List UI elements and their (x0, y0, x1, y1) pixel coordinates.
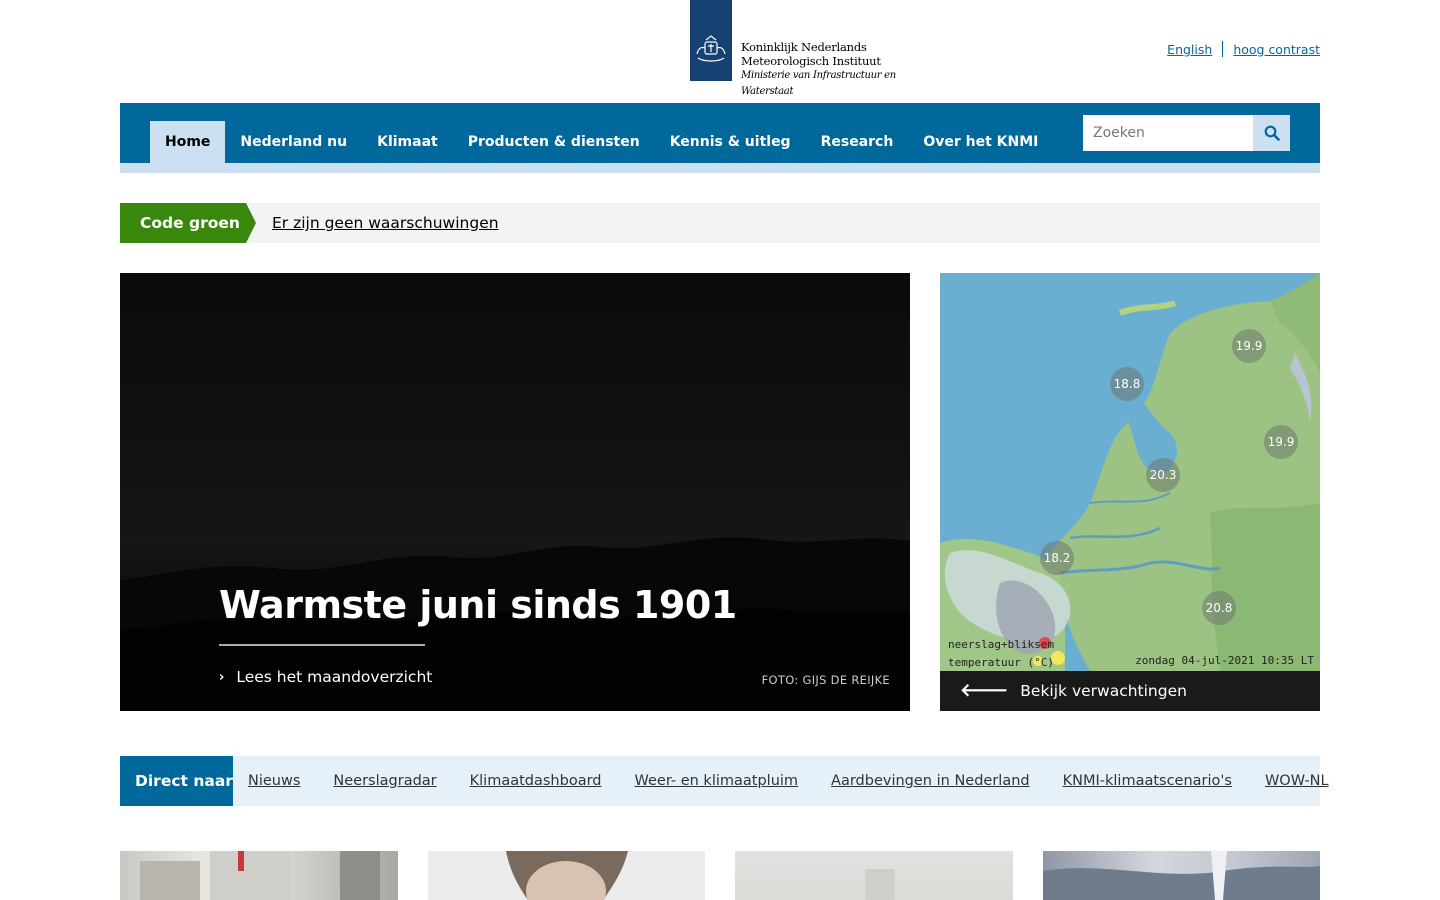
hero-link-text: Lees het maandoverzicht (236, 668, 433, 686)
english-link[interactable]: English (1167, 42, 1212, 57)
quick-link-nieuws[interactable]: Nieuws (248, 773, 300, 789)
temperature-marker: 20.8 (1202, 591, 1236, 625)
building-photo (140, 851, 380, 900)
map-timestamp: zondag 04-jul-2021 10:35 LT (1135, 654, 1314, 667)
news-card-image[interactable] (428, 851, 705, 900)
view-forecast-text: Bekijk verwachtingen (1020, 682, 1187, 700)
main-navigation: Home Nederland nu Klimaat Producten & di… (120, 103, 1320, 163)
quick-link-neerslagradar[interactable]: Neerslagradar (333, 773, 436, 789)
news-card-image[interactable] (120, 851, 398, 900)
legend-temperature: temperatuur (°C) (948, 656, 1054, 669)
search-form (1083, 115, 1290, 151)
nav-subbar (120, 163, 1320, 173)
nav-item-home[interactable]: Home (150, 121, 226, 163)
weather-map[interactable]: 19.9 18.8 19.9 20.3 18.2 20.8 neerslag+b… (940, 273, 1320, 711)
search-button[interactable] (1253, 115, 1290, 151)
logo-line-1: Koninklijk Nederlands (741, 40, 867, 54)
news-card-image[interactable] (1043, 851, 1320, 900)
knmi-logo[interactable]: Koninklijk Nederlands Meteorologisch Ins… (690, 0, 940, 97)
quick-link-klimaatdashboard[interactable]: Klimaatdashboard (470, 773, 602, 789)
nav-item-producten-diensten[interactable]: Producten & diensten (453, 121, 655, 163)
search-input[interactable] (1083, 115, 1253, 151)
foggy-photo (865, 869, 895, 900)
link-separator (1222, 41, 1224, 57)
nav-item-research[interactable]: Research (806, 121, 909, 163)
quick-link-wow-nl[interactable]: WOW-NL (1265, 773, 1329, 789)
temperature-marker: 19.9 (1264, 425, 1298, 459)
logo-line-2: Meteorologisch Instituut (741, 54, 881, 68)
news-card-image[interactable] (735, 851, 1013, 900)
legend-precipitation: neerslag+bliksem (948, 638, 1054, 651)
quick-link-klimaatscenarios[interactable]: KNMI-klimaatscenario's (1063, 773, 1232, 789)
chevron-right-icon: › (219, 669, 225, 685)
temperature-marker: 19.9 (1232, 329, 1266, 363)
logo-ministry: Ministerie van Infrastructuur en Waterst… (741, 70, 896, 97)
hero-divider (219, 644, 425, 646)
nav-item-kennis-uitleg[interactable]: Kennis & uitleg (655, 121, 806, 163)
temperature-marker: 20.3 (1146, 458, 1180, 492)
netherlands-map (940, 273, 1320, 671)
quick-links: Nieuws Neerslagradar Klimaatdashboard We… (248, 756, 1362, 806)
high-contrast-link[interactable]: hoog contrast (1233, 42, 1320, 57)
nav-item-klimaat[interactable]: Klimaat (362, 121, 453, 163)
view-forecast-link[interactable]: 🡐 Bekijk verwachtingen (940, 671, 1320, 711)
hero-title: Warmste juni sinds 1901 (219, 583, 737, 627)
logo-ribbon (690, 0, 732, 81)
warning-bar: Code groen Er zijn geen waarschuwingen (120, 203, 1320, 243)
hero-read-more-link[interactable]: › Lees het maandoverzicht (219, 668, 432, 686)
search-icon (1264, 125, 1280, 141)
quick-links-label: Direct naar (120, 756, 233, 806)
nav-menu: Home Nederland nu Klimaat Producten & di… (150, 121, 1053, 163)
warning-text-link[interactable]: Er zijn geen waarschuwingen (272, 203, 499, 243)
nav-item-nederland-nu[interactable]: Nederland nu (225, 121, 362, 163)
quick-link-weer-klimaatpluim[interactable]: Weer- en klimaatpluim (635, 773, 799, 789)
language-links: English hoog contrast (1167, 41, 1320, 57)
warning-code-badge[interactable]: Code groen (120, 203, 256, 243)
map-legend: neerslag+bliksem temperatuur (°C) (948, 636, 1054, 672)
temperature-marker: 18.8 (1110, 367, 1144, 401)
coat-of-arms-icon (696, 35, 726, 62)
nav-item-over-het-knmi[interactable]: Over het KNMI (908, 121, 1053, 163)
hero-banner[interactable]: Warmste juni sinds 1901 › Lees het maand… (120, 273, 910, 711)
quick-links-bar: Direct naar Nieuws Neerslagradar Klimaat… (120, 756, 1329, 806)
photo-credit: FOTO: GIJS DE REIJKE (761, 673, 890, 687)
quick-link-aardbevingen[interactable]: Aardbevingen in Nederland (831, 773, 1030, 789)
portrait-photo (506, 851, 628, 900)
temperature-marker: 18.2 (1040, 541, 1074, 575)
logo-text: Koninklijk Nederlands Meteorologisch Ins… (741, 40, 940, 100)
arrow-left-icon: 🡐 (960, 680, 1009, 701)
tornado-photo (1043, 851, 1320, 900)
